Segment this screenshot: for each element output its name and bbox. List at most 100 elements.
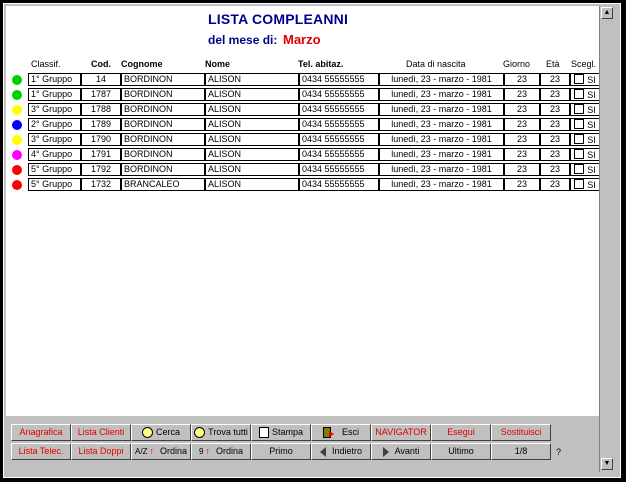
cell-scegl[interactable]: SI [570, 178, 600, 191]
cell-cod[interactable]: 14 [81, 73, 121, 86]
cell-giorno[interactable]: 23 [504, 73, 540, 86]
cell-data[interactable]: lunedì, 23 - marzo - 1981 [379, 118, 504, 131]
lista-clienti-button[interactable]: Lista Clienti [71, 424, 131, 441]
cell-cod[interactable]: 1789 [81, 118, 121, 131]
vertical-scrollbar[interactable]: ▲ ▼ [599, 6, 614, 472]
cell-cod[interactable]: 1732 [81, 178, 121, 191]
cell-classif[interactable]: 3° Gruppo [28, 133, 81, 146]
avanti-button[interactable]: Avanti [371, 443, 431, 460]
cerca-button[interactable]: Cerca [131, 424, 191, 441]
lista-telec-button[interactable]: Lista Telec. [11, 443, 71, 460]
cell-cognome[interactable]: BRANCALEO [121, 178, 205, 191]
select-checkbox[interactable] [574, 179, 585, 189]
table-row[interactable]: 1° Gruppo 1787 BORDINON ALISON 0434 55555555… [8, 88, 600, 102]
table-row[interactable]: 5° Gruppo 1792 BORDINON ALISON 0434 55555555… [8, 163, 600, 177]
cell-data[interactable]: lunedì, 23 - marzo - 1981 [379, 133, 504, 146]
cell-cod[interactable]: 1792 [81, 163, 121, 176]
cell-tel[interactable]: 0434 55555555 [299, 118, 379, 131]
esci-button[interactable]: Esci [311, 424, 371, 441]
sostituisci-button[interactable]: Sostituisci [491, 424, 551, 441]
lista-doppi-button[interactable]: Lista Doppi [71, 443, 131, 460]
cell-cognome[interactable]: BORDINON [121, 88, 205, 101]
stampa-button[interactable]: Stampa [251, 424, 311, 441]
cell-cognome[interactable]: BORDINON [121, 148, 205, 161]
cell-giorno[interactable]: 23 [504, 148, 540, 161]
cell-giorno[interactable]: 23 [504, 103, 540, 116]
anagrafica-button[interactable]: Anagrafica [11, 424, 71, 441]
cell-scegl[interactable]: SI [570, 148, 600, 161]
cell-giorno[interactable]: 23 [504, 118, 540, 131]
table-row[interactable]: 3° Gruppo 1788 BORDINON ALISON 0434 55555555… [8, 103, 600, 117]
cell-giorno[interactable]: 23 [504, 133, 540, 146]
cell-cod[interactable]: 1787 [81, 88, 121, 101]
cell-tel[interactable]: 0434 55555555 [299, 133, 379, 146]
cell-tel[interactable]: 0434 55555555 [299, 73, 379, 86]
cell-classif[interactable]: 1° Gruppo [28, 88, 81, 101]
cell-data[interactable]: lunedì, 23 - marzo - 1981 [379, 88, 504, 101]
cell-eta[interactable]: 23 [540, 148, 570, 161]
scroll-down-arrow-icon[interactable]: ▼ [601, 458, 613, 470]
cell-cod[interactable]: 1790 [81, 133, 121, 146]
cell-data[interactable]: lunedì, 23 - marzo - 1981 [379, 148, 504, 161]
cell-tel[interactable]: 0434 55555555 [299, 163, 379, 176]
cell-cognome[interactable]: BORDINON [121, 163, 205, 176]
ordina-09-button[interactable]: 9 ↑ Ordina [191, 443, 251, 460]
cell-cognome[interactable]: BORDINON [121, 103, 205, 116]
cell-nome[interactable]: ALISON [205, 163, 299, 176]
cell-classif[interactable]: 4° Gruppo [28, 148, 81, 161]
select-checkbox[interactable] [574, 164, 585, 174]
navigator-button[interactable]: NAVIGATOR [371, 424, 431, 441]
select-checkbox[interactable] [574, 74, 585, 84]
cell-nome[interactable]: ALISON [205, 133, 299, 146]
cell-classif[interactable]: 2° Gruppo [28, 118, 81, 131]
scroll-up-arrow-icon[interactable]: ▲ [601, 7, 613, 19]
cell-scegl[interactable]: SI [570, 73, 600, 86]
table-row[interactable]: 3° Gruppo 1790 BORDINON ALISON 0434 55555555… [8, 133, 600, 147]
cell-classif[interactable]: 5° Gruppo [28, 178, 81, 191]
indietro-button[interactable]: Indietro [311, 443, 371, 460]
cell-cognome[interactable]: BORDINON [121, 133, 205, 146]
trova-tutti-button[interactable]: Trova tutti [191, 424, 251, 441]
cell-cognome[interactable]: BORDINON [121, 73, 205, 86]
esegui-button[interactable]: Esegui [431, 424, 491, 441]
cell-tel[interactable]: 0434 55555555 [299, 103, 379, 116]
cell-nome[interactable]: ALISON [205, 178, 299, 191]
cell-scegl[interactable]: SI [570, 88, 600, 101]
select-checkbox[interactable] [574, 119, 585, 129]
cell-nome[interactable]: ALISON [205, 103, 299, 116]
select-checkbox[interactable] [574, 149, 585, 159]
cell-tel[interactable]: 0434 55555555 [299, 178, 379, 191]
cell-cod[interactable]: 1788 [81, 103, 121, 116]
table-row[interactable]: 1° Gruppo 14 BORDINON ALISON 0434 55555555 lu… [8, 73, 600, 87]
cell-data[interactable]: lunedì, 23 - marzo - 1981 [379, 178, 504, 191]
cell-giorno[interactable]: 23 [504, 163, 540, 176]
table-row[interactable]: 5° Gruppo 1732 BRANCALEO ALISON 0434 5555555… [8, 178, 600, 192]
select-checkbox[interactable] [574, 134, 585, 144]
cell-eta[interactable]: 23 [540, 178, 570, 191]
cell-data[interactable]: lunedì, 23 - marzo - 1981 [379, 103, 504, 116]
cell-tel[interactable]: 0434 55555555 [299, 148, 379, 161]
cell-nome[interactable]: ALISON [205, 148, 299, 161]
cell-tel[interactable]: 0434 55555555 [299, 88, 379, 101]
cell-eta[interactable]: 23 [540, 118, 570, 131]
cell-data[interactable]: lunedì, 23 - marzo - 1981 [379, 163, 504, 176]
cell-scegl[interactable]: SI [570, 133, 600, 146]
cell-eta[interactable]: 23 [540, 73, 570, 86]
cell-nome[interactable]: ALISON [205, 73, 299, 86]
cell-cognome[interactable]: BORDINON [121, 118, 205, 131]
cell-classif[interactable]: 5° Gruppo [28, 163, 81, 176]
table-row[interactable]: 2° Gruppo 1789 BORDINON ALISON 0434 55555555… [8, 118, 600, 132]
cell-nome[interactable]: ALISON [205, 88, 299, 101]
cell-scegl[interactable]: SI [570, 118, 600, 131]
cell-classif[interactable]: 3° Gruppo [28, 103, 81, 116]
cell-eta[interactable]: 23 [540, 163, 570, 176]
ultimo-button[interactable]: Ultimo [431, 443, 491, 460]
ordina-az-button[interactable]: A/Z ↑ Ordina [131, 443, 191, 460]
cell-giorno[interactable]: 23 [504, 88, 540, 101]
cell-scegl[interactable]: SI [570, 163, 600, 176]
cell-classif[interactable]: 1° Gruppo [28, 73, 81, 86]
cell-eta[interactable]: 23 [540, 88, 570, 101]
cell-scegl[interactable]: SI [570, 103, 600, 116]
table-row[interactable]: 4° Gruppo 1791 BORDINON ALISON 0434 55555555… [8, 148, 600, 162]
cell-eta[interactable]: 23 [540, 133, 570, 146]
